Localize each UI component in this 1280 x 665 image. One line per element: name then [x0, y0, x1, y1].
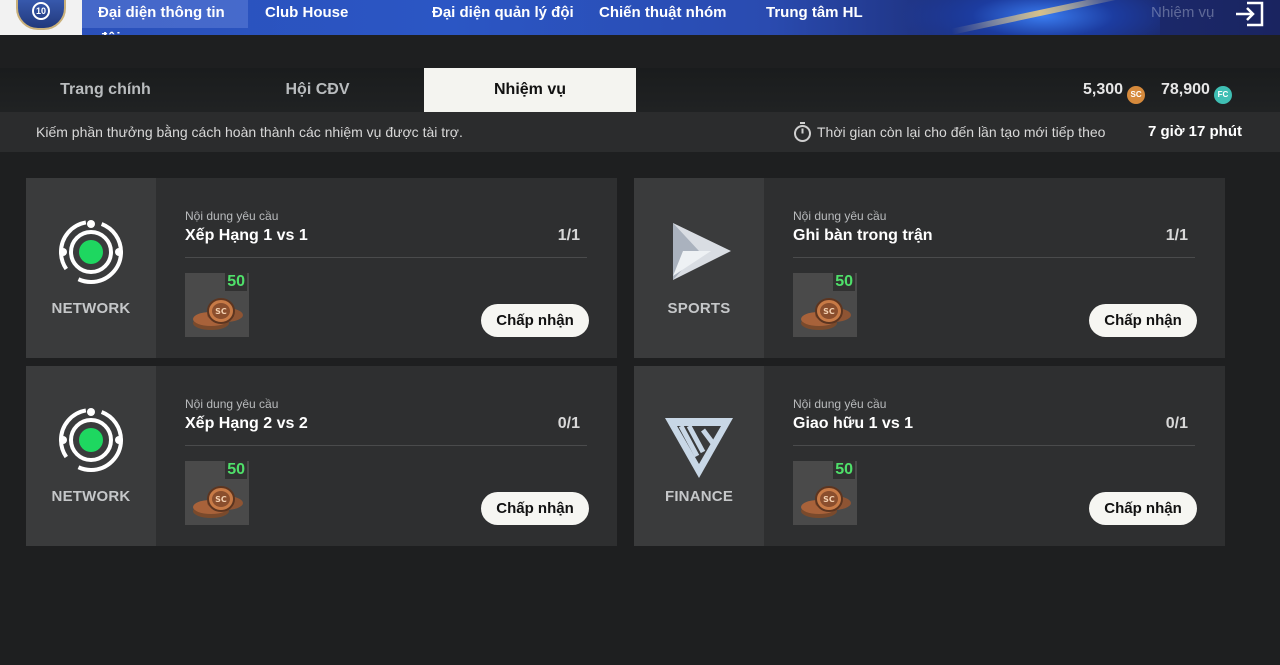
refresh-timer-value: 7 giờ 17 phút	[1148, 123, 1243, 140]
sponsor-name: FINANCE	[664, 488, 734, 505]
mission-progress: 0/1	[1165, 415, 1188, 432]
sponsor-panel: SPORTS	[634, 178, 764, 358]
svg-text:SC: SC	[215, 495, 227, 504]
sc-amount: 5,300	[1083, 81, 1124, 98]
mission-title: Giao hữu 1 vs 1	[793, 415, 914, 432]
mission-title: Xếp Hạng 2 vs 2	[185, 415, 308, 432]
nav-item-team-manager[interactable]: Đại diện quản lý đội	[416, 0, 590, 28]
mission-progress: 0/1	[557, 415, 580, 432]
mission-progress: 1/1	[1165, 227, 1188, 244]
club-logo-area[interactable]: 10	[0, 0, 82, 35]
divider	[793, 257, 1195, 258]
nav-item-club-house[interactable]: Club House	[249, 0, 364, 28]
sponsor-name: NETWORK	[51, 300, 131, 317]
mission-card-4: FINANCE Nội dung yêu cầu Giao hữu 1 vs 1…	[634, 366, 1225, 546]
accept-button[interactable]: Chấp nhận	[1089, 304, 1197, 337]
reward-item[interactable]: SC 50	[793, 461, 857, 525]
reward-amount: 50	[225, 273, 247, 291]
mission-card-2: SPORTS Nội dung yêu cầu Ghi bàn trong tr…	[634, 178, 1225, 358]
sc-coin-stack-icon: SC	[801, 298, 851, 330]
mission-title: Ghi bàn trong trận	[793, 227, 933, 244]
mission-card-1: NETWORK Nội dung yêu cầu Xếp Hạng 1 vs 1…	[26, 178, 617, 358]
svg-text:SC: SC	[823, 495, 835, 504]
stopwatch-icon	[794, 122, 811, 142]
tab-missions[interactable]: Nhiệm vụ	[424, 68, 636, 112]
fc-amount: 78,900	[1161, 81, 1210, 98]
reward-item[interactable]: SC 50	[185, 461, 249, 525]
tab-fan-club[interactable]: Hội CĐV	[211, 68, 424, 112]
accept-button[interactable]: Chấp nhận	[1089, 492, 1197, 525]
divider	[185, 445, 587, 446]
accept-button[interactable]: Chấp nhận	[481, 304, 589, 337]
reward-amount: 50	[833, 273, 855, 291]
info-bar: Kiếm phần thưởng bằng cách hoàn thành cá…	[0, 112, 1280, 152]
tab-bar: Trang chính Hội CĐV Nhiệm vụ 5,300 SC 78,…	[0, 68, 1280, 112]
sc-coin-stack-icon: SC	[801, 486, 851, 518]
sponsor-panel: NETWORK	[26, 178, 156, 358]
sponsor-name: SPORTS	[667, 300, 731, 317]
requirement-label: Nội dung yêu cầu	[185, 397, 279, 411]
club-badge-number: 10	[32, 2, 50, 20]
divider	[185, 257, 587, 258]
reward-item[interactable]: SC 50	[793, 273, 857, 337]
requirement-label: Nội dung yêu cầu	[793, 397, 887, 411]
reward-item[interactable]: SC 50	[185, 273, 249, 337]
nav-item-team-info[interactable]: Đại diện thông tin đội	[82, 0, 248, 35]
mission-progress: 1/1	[557, 227, 580, 244]
mission-title: Xếp Hạng 1 vs 1	[185, 227, 308, 244]
fc-coin-icon: FC	[1213, 86, 1232, 104]
finance-icon	[665, 418, 733, 478]
requirement-label: Nội dung yêu cầu	[185, 209, 279, 223]
sponsor-panel: NETWORK	[26, 366, 156, 546]
accept-button[interactable]: Chấp nhận	[481, 492, 589, 525]
nav-item-missions[interactable]: Nhiệm vụ	[1135, 0, 1230, 28]
fc-balance: 78,900 FC	[1161, 68, 1232, 112]
tab-home[interactable]: Trang chính	[0, 68, 211, 112]
sponsor-panel: FINANCE	[634, 366, 764, 546]
sc-balance: 5,300 SC	[1083, 68, 1146, 112]
top-navigation: 10 Đại diện thông tin đội Club House Đại…	[0, 0, 1280, 35]
network-icon	[59, 220, 123, 284]
sc-coin-icon: SC	[1127, 86, 1146, 104]
sc-coin-stack-icon: SC	[193, 298, 243, 330]
refresh-timer-label: Thời gian còn lại cho đến lần tạo mới ti…	[817, 124, 1106, 140]
svg-text:SC: SC	[823, 307, 835, 316]
nav-item-team-tactics[interactable]: Chiến thuật nhóm	[583, 0, 743, 28]
exit-icon[interactable]	[1233, 0, 1265, 28]
reward-amount: 50	[833, 461, 855, 479]
svg-text:SC: SC	[215, 307, 227, 316]
reward-amount: 50	[225, 461, 247, 479]
divider	[793, 445, 1195, 446]
mission-card-3: NETWORK Nội dung yêu cầu Xếp Hạng 2 vs 2…	[26, 366, 617, 546]
sc-coin-stack-icon: SC	[193, 486, 243, 518]
network-icon	[59, 408, 123, 472]
sports-icon	[673, 223, 731, 280]
nav-item-training-center[interactable]: Trung tâm HL	[750, 0, 879, 28]
club-badge-icon: 10	[16, 0, 66, 30]
mission-description: Kiếm phần thưởng bằng cách hoàn thành cá…	[36, 124, 463, 140]
requirement-label: Nội dung yêu cầu	[793, 209, 887, 223]
sponsor-name: NETWORK	[51, 488, 131, 505]
